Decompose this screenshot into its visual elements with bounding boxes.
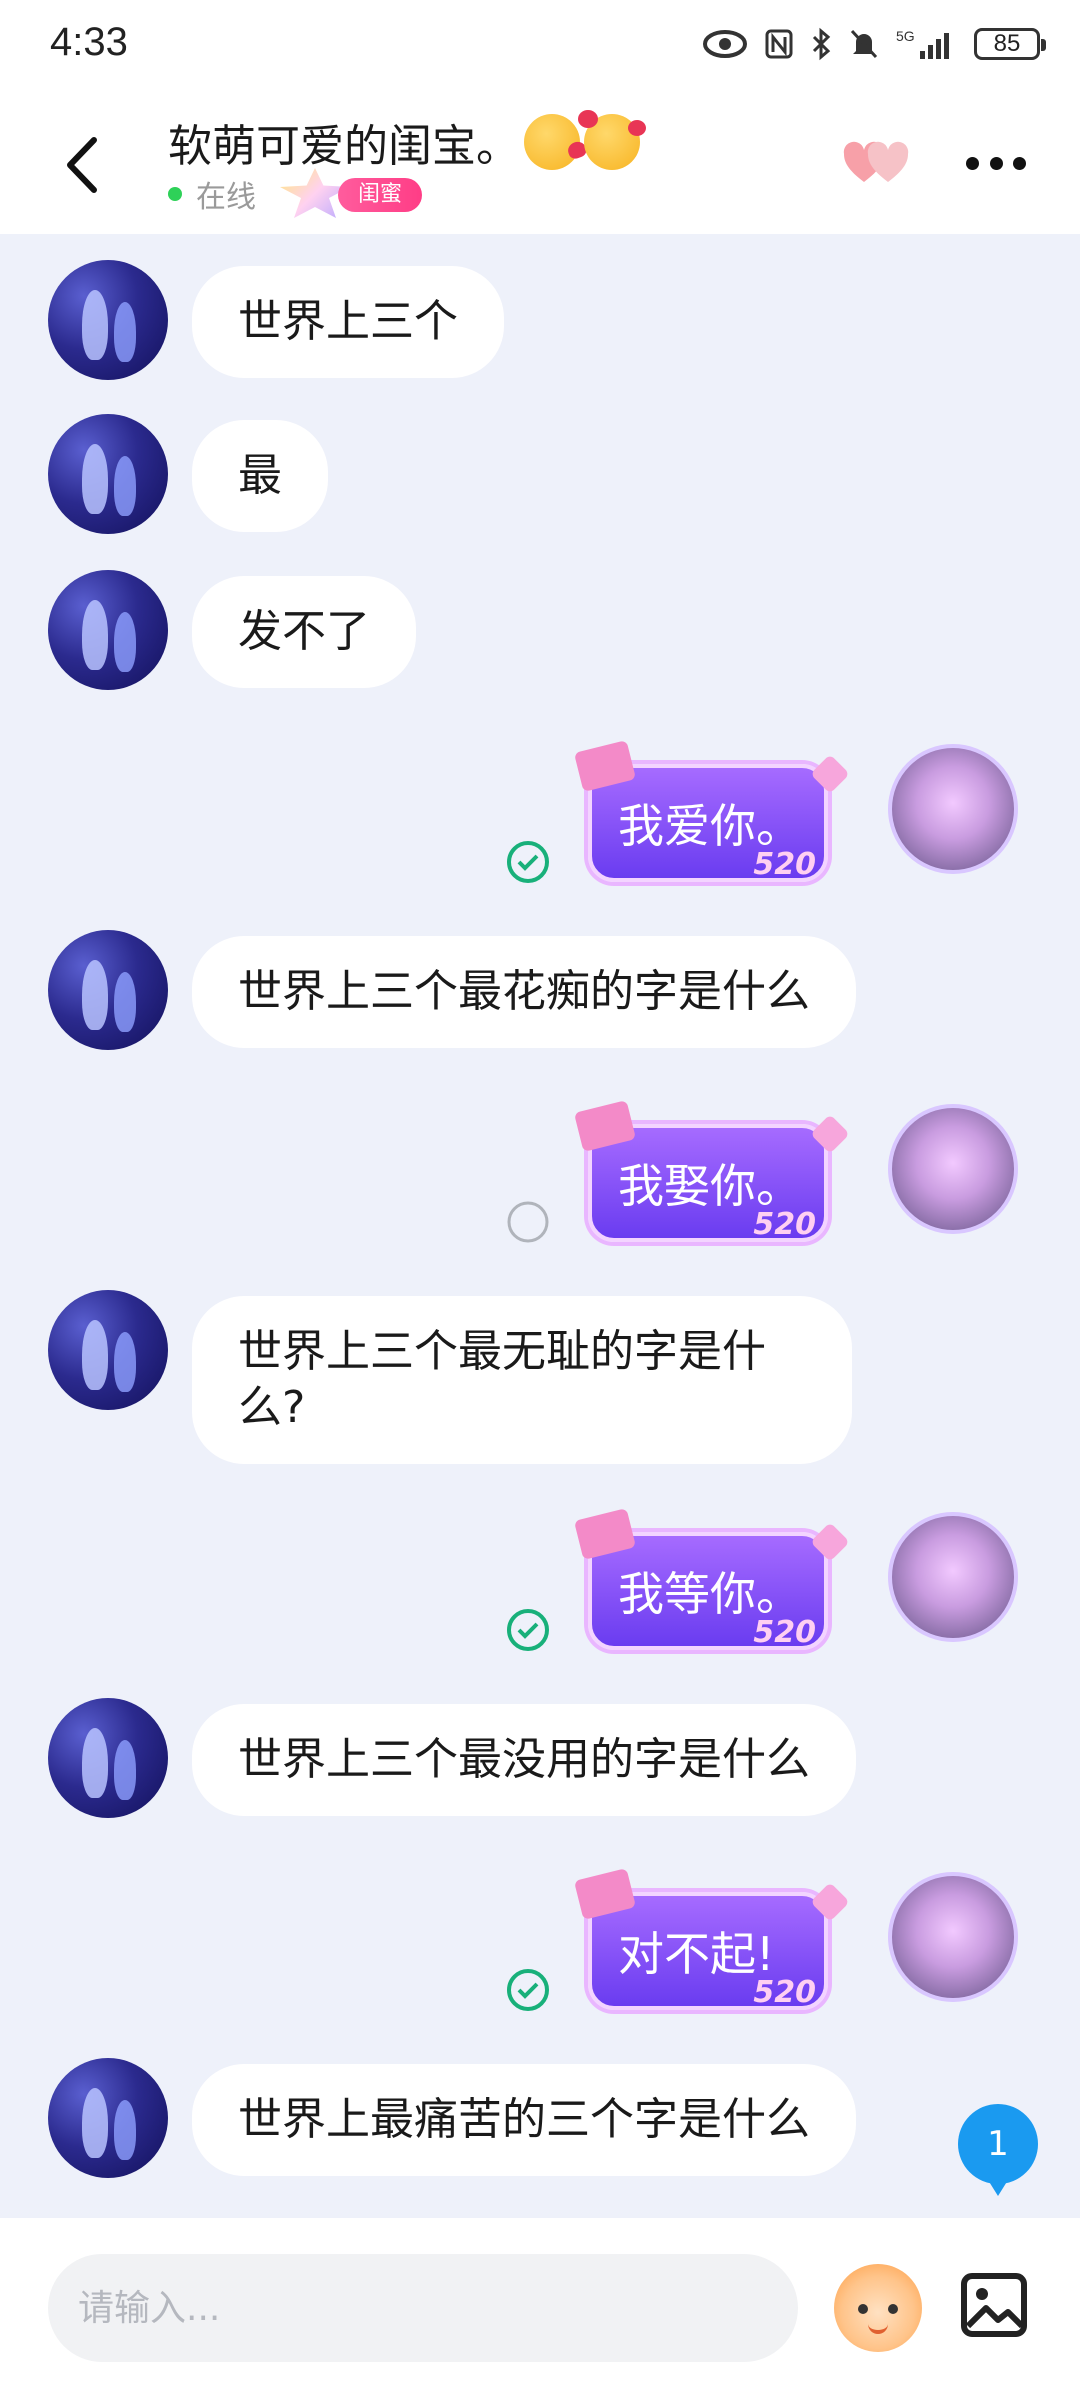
contact-avatar[interactable] (48, 260, 168, 380)
bff-badge: 闺蜜 (338, 178, 423, 212)
love-card-message[interactable]: 对不起! 520 (573, 1868, 850, 2010)
intimacy-hearts-icon[interactable] (842, 140, 912, 186)
my-avatar[interactable] (888, 744, 1018, 874)
heart-icon (810, 754, 850, 794)
chat-screen: 4:33 5G 85 软萌可爱的闺宝。 在线 闺蜜 世界上三个 最 发不了 我爱… (0, 0, 1080, 2400)
envelope-icon (573, 1508, 637, 1560)
status-bar: 4:33 5G 85 (0, 0, 1080, 92)
svg-text:5G: 5G (896, 28, 915, 44)
message-row: 发不了 (0, 570, 1080, 694)
status-icons: 5G 85 (702, 22, 1046, 66)
contact-avatar[interactable] (48, 414, 168, 534)
kissing-face-icon (524, 114, 580, 170)
envelope-icon (573, 1868, 637, 1920)
message-row-sent: 我等你。 520 (0, 1508, 1080, 1672)
bluetooth-icon (812, 27, 831, 61)
message-bubble[interactable]: 发不了 (192, 576, 416, 688)
message-row-sent: 对不起! 520 (0, 1868, 1080, 2032)
heart-icon (810, 1522, 850, 1562)
back-button[interactable] (58, 130, 108, 200)
contact-name: 软萌可爱的闺宝。 (168, 121, 520, 172)
bff-tag[interactable]: 闺蜜 (280, 168, 430, 218)
signal-5g-icon: 5G (896, 28, 949, 59)
nfc-icon (765, 29, 793, 59)
message-row: 世界上三个最花痴的字是什么 (0, 930, 1080, 1054)
message-input[interactable] (48, 2254, 798, 2362)
message-bubble[interactable]: 最 (192, 420, 328, 532)
contact-avatar[interactable] (48, 1290, 168, 1410)
mascot-emoji-button[interactable] (834, 2264, 922, 2352)
message-list[interactable]: 世界上三个 最 发不了 我爱你。 520 世界上三个最花痴的字是什么 我娶你。 … (0, 234, 1080, 2218)
contact-avatar[interactable] (48, 570, 168, 690)
message-bubble[interactable]: 世界上最痛苦的三个字是什么 (192, 2064, 856, 2176)
contact-status-line: 在线 闺蜜 (168, 168, 430, 218)
message-bubble[interactable]: 世界上三个最无耻的字是什么? (192, 1296, 852, 1464)
online-status: 在线 (196, 180, 256, 215)
message-row: 世界上三个 (0, 260, 1080, 384)
message-row-sent: 我爱你。 520 (0, 740, 1080, 904)
image-picker-button[interactable] (956, 2266, 1036, 2346)
chat-header: 软萌可爱的闺宝。 在线 闺蜜 (0, 92, 1080, 234)
message-bubble[interactable]: 世界上三个最没用的字是什么 (192, 1704, 856, 1816)
envelope-icon (573, 740, 637, 792)
more-options-button[interactable] (966, 152, 1026, 174)
message-row: 世界上最痛苦的三个字是什么 (0, 2058, 1080, 2182)
message-row: 最 (0, 414, 1080, 538)
love-card-message[interactable]: 我爱你。 520 (573, 740, 850, 882)
online-dot-icon (168, 187, 182, 201)
message-bubble[interactable]: 世界上三个最花痴的字是什么 (192, 936, 856, 1048)
card-number: 520 (753, 1975, 816, 2010)
unread-count-badge[interactable]: 1 (958, 2104, 1038, 2196)
love-card-message[interactable]: 我等你。 520 (573, 1508, 850, 1650)
card-text: 对不起! (618, 1927, 775, 1981)
heart-icon (810, 1114, 850, 1154)
my-avatar[interactable] (888, 1104, 1018, 1234)
eye-icon (703, 30, 747, 58)
message-row: 世界上三个最没用的字是什么 (0, 1698, 1080, 1822)
contact-avatar[interactable] (48, 930, 168, 1050)
heart-icon (810, 1882, 850, 1922)
envelope-icon (573, 1100, 637, 1152)
my-avatar[interactable] (888, 1872, 1018, 2002)
love-card-message[interactable]: 我娶你。 520 (573, 1100, 850, 1242)
smiling-hearts-face-icon (578, 110, 646, 170)
message-row-sent: 我娶你。 520 (0, 1100, 1080, 1264)
contact-avatar[interactable] (48, 2058, 168, 2178)
contact-avatar[interactable] (48, 1698, 168, 1818)
card-number: 520 (753, 1207, 816, 1242)
delivered-check-icon (507, 1969, 549, 2011)
sending-circle-icon (507, 1201, 549, 1243)
card-number: 520 (753, 1615, 816, 1650)
chat-title[interactable]: 软萌可爱的闺宝。 (168, 110, 646, 174)
message-row: 世界上三个最无耻的字是什么? (0, 1290, 1080, 1472)
input-bar (0, 2218, 1080, 2400)
battery-icon: 85 (974, 28, 1046, 60)
battery-level: 85 (993, 30, 1021, 57)
delivered-check-icon (507, 1609, 549, 1651)
message-bubble[interactable]: 世界上三个 (192, 266, 504, 378)
my-avatar[interactable] (888, 1512, 1018, 1642)
mute-bell-icon (850, 29, 878, 59)
card-number: 520 (753, 847, 816, 882)
delivered-check-icon (507, 841, 549, 883)
status-time: 4:33 (50, 20, 128, 64)
